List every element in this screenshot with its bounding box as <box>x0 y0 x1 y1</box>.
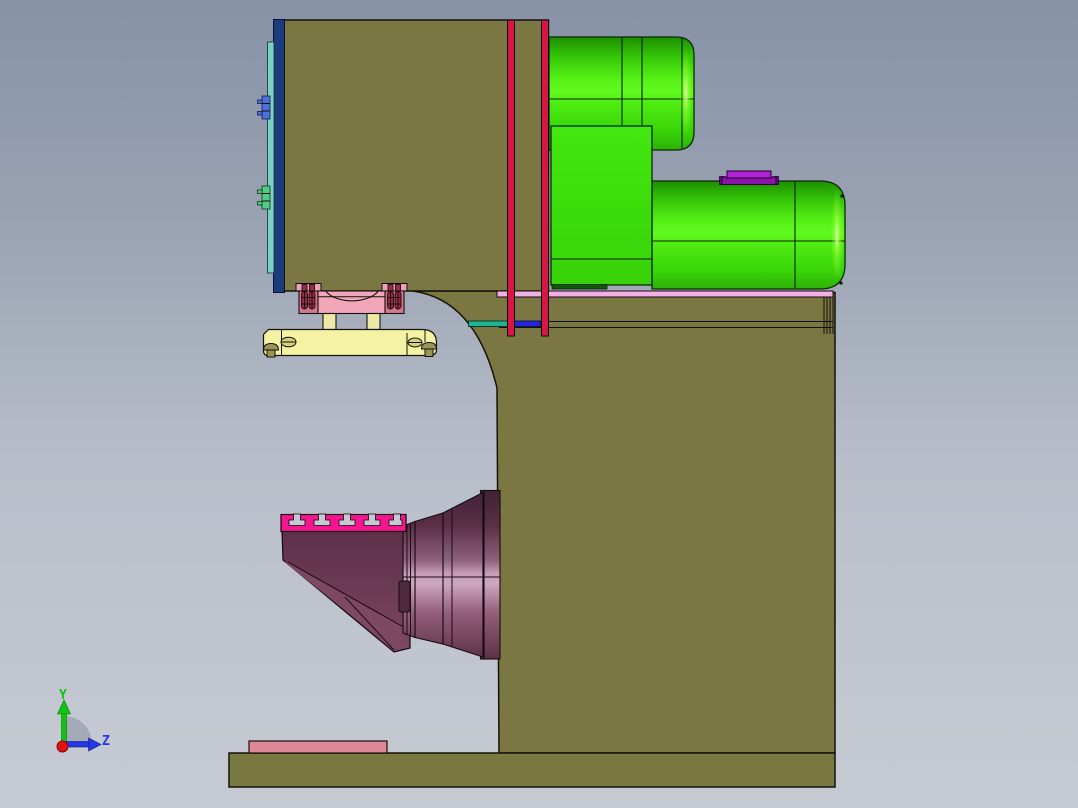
t-slot-table[interactable] <box>280 513 407 533</box>
ram-post-right <box>366 312 381 331</box>
gearbox-foot <box>551 284 608 290</box>
cap-highlight-upper <box>680 49 692 137</box>
hub-cone-large <box>442 491 484 658</box>
base-plate[interactable] <box>248 740 388 754</box>
cover-strip[interactable] <box>267 41 275 274</box>
guide-strip-left[interactable] <box>507 19 515 337</box>
gear-housing[interactable] <box>550 125 653 286</box>
cone-hub[interactable] <box>398 489 501 660</box>
hub-flange <box>483 489 501 660</box>
ram-cap-right <box>381 283 408 292</box>
blue-fitting[interactable] <box>511 320 541 327</box>
hub-cone-mid <box>414 512 444 645</box>
vent-dot <box>839 281 843 285</box>
machine-frame[interactable] <box>228 19 836 788</box>
teal-fitting[interactable] <box>468 320 511 327</box>
terminal-cap[interactable] <box>719 170 779 186</box>
ram-post-left <box>322 312 337 331</box>
guide-strip-right[interactable] <box>541 19 549 337</box>
back-plate[interactable] <box>273 19 285 293</box>
cap-highlight-lower <box>831 189 843 281</box>
tool-holder-bar[interactable] <box>262 328 438 358</box>
z-axis-label: Z <box>102 734 110 749</box>
cad-render: Y Z <box>56 19 846 788</box>
hub-rings <box>402 520 416 639</box>
lower-motor-cylinder[interactable] <box>651 180 846 290</box>
cad-viewport[interactable]: Y Z <box>0 0 1078 808</box>
knee-bracket[interactable] <box>281 530 411 653</box>
triad-quarter-disc <box>64 716 92 744</box>
y-axis-shaft <box>61 711 67 745</box>
y-axis-label: Y <box>59 688 67 703</box>
orientation-triad[interactable]: Y Z <box>56 688 110 753</box>
back-plate-group[interactable] <box>257 19 285 293</box>
clip-blue[interactable] <box>261 95 271 120</box>
clip-green[interactable] <box>261 185 271 210</box>
ram-cap-left <box>295 283 322 292</box>
vent-dot <box>840 194 844 198</box>
motor-assembly[interactable] <box>548 36 846 290</box>
x-axis-dot <box>56 740 69 753</box>
hub-end-cap <box>398 580 411 613</box>
z-axis-arrowhead <box>88 737 102 752</box>
base-block[interactable] <box>228 752 836 788</box>
